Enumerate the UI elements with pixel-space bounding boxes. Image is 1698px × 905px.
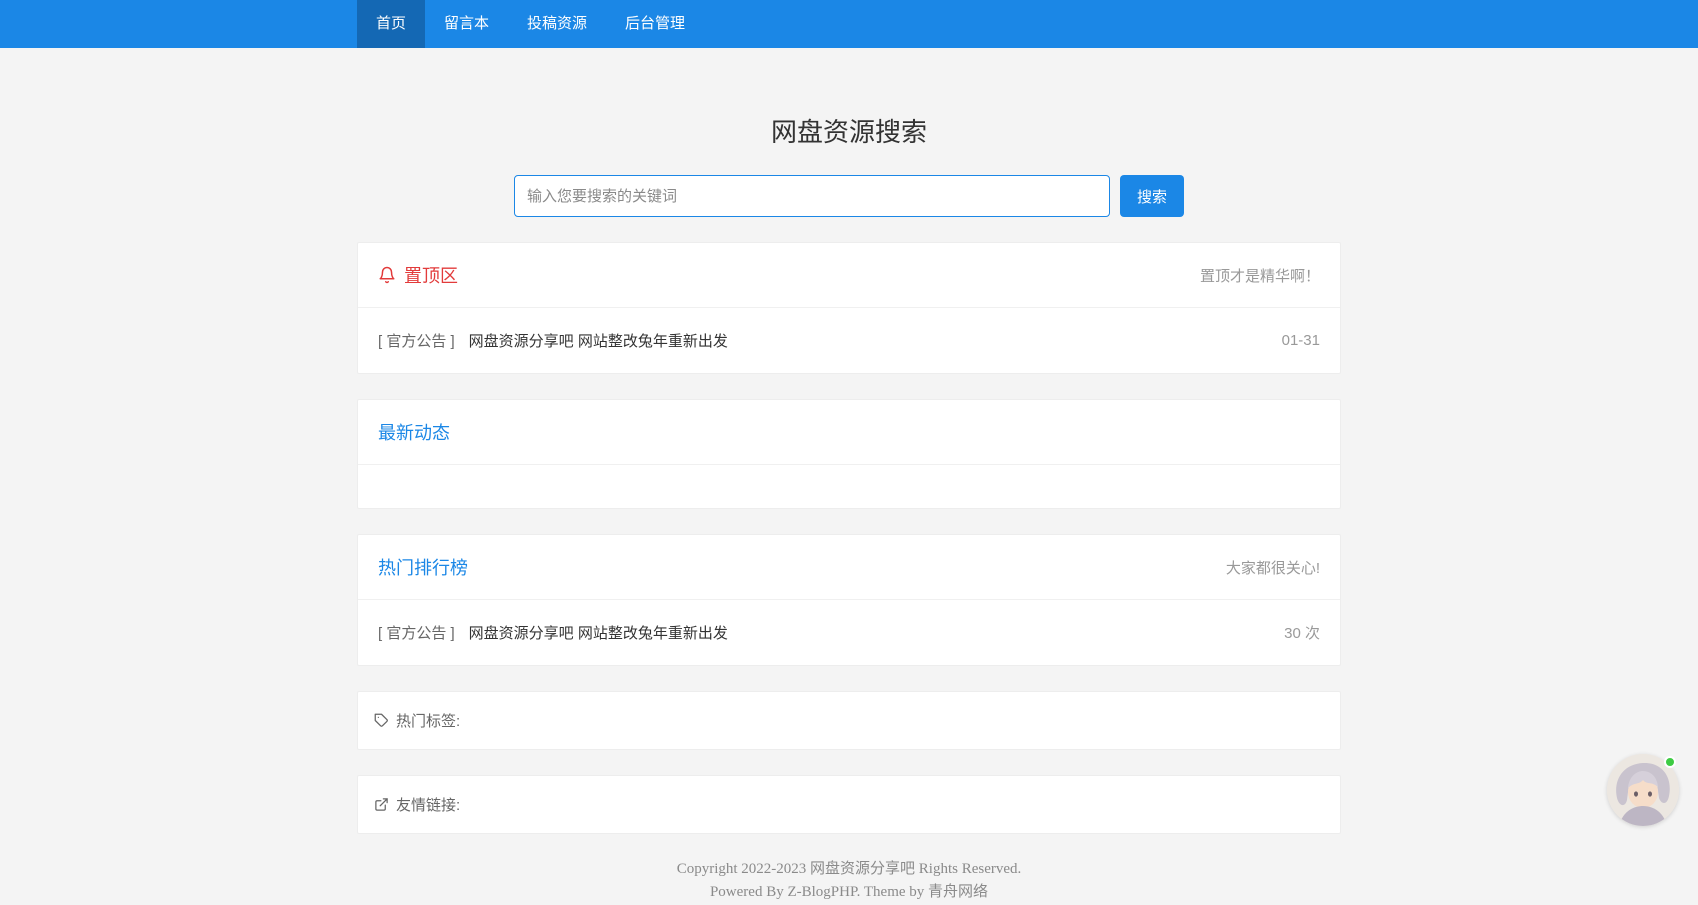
hot-ranking-header: 热门排行榜 大家都很关心! <box>358 535 1340 599</box>
online-status-dot <box>1664 756 1676 768</box>
pinned-post-row: [ 官方公告 ] 网盘资源分享吧 网站整改兔年重新出发 01-31 <box>358 307 1340 373</box>
search-bar: 搜索 <box>357 175 1341 217</box>
friend-links-label: 友情链接: <box>396 794 460 815</box>
pinned-section-title: 置顶区 <box>404 262 458 288</box>
hot-post-row: [ 官方公告 ] 网盘资源分享吧 网站整改兔年重新出发 30 次 <box>358 599 1340 665</box>
powered-by-line: Powered By Z-BlogPHP. Theme by 青舟网络 <box>357 881 1341 904</box>
copyright-line: Copyright 2022-2023 网盘资源分享吧 Rights Reser… <box>357 858 1341 881</box>
pinned-section: 置顶区 置顶才是精华啊！ [ 官方公告 ] 网盘资源分享吧 网站整改兔年重新出发… <box>357 242 1341 374</box>
hot-tags-label: 热门标签: <box>396 710 460 731</box>
floating-avatar[interactable] <box>1607 754 1679 826</box>
nav-item-guestbook[interactable]: 留言本 <box>425 0 508 48</box>
post-category-link[interactable]: [ 官方公告 ] <box>378 330 455 351</box>
search-button[interactable]: 搜索 <box>1120 175 1184 217</box>
nav-item-home[interactable]: 首页 <box>357 0 425 48</box>
bell-icon <box>378 266 396 284</box>
nav-item-submit[interactable]: 投稿资源 <box>508 0 606 48</box>
post-view-count: 30 次 <box>1284 622 1320 643</box>
pinned-section-subtitle: 置顶才是精华啊！ <box>1200 265 1320 286</box>
post-category-link[interactable]: [ 官方公告 ] <box>378 622 455 643</box>
latest-section-header: 最新动态 <box>358 400 1340 464</box>
tag-icon <box>374 713 389 728</box>
friend-links-section: 友情链接: <box>357 775 1341 834</box>
external-link-icon <box>374 797 389 812</box>
pinned-section-header: 置顶区 置顶才是精华啊！ <box>358 243 1340 307</box>
post-date: 01-31 <box>1282 332 1320 349</box>
page-title: 网盘资源搜索 <box>357 112 1341 149</box>
hot-tags-section: 热门标签: <box>357 691 1341 750</box>
nav-menu: 首页 留言本 投稿资源 后台管理 <box>357 0 1341 48</box>
hot-ranking-subtitle: 大家都很关心! <box>1226 557 1320 578</box>
hot-ranking-section: 热门排行榜 大家都很关心! [ 官方公告 ] 网盘资源分享吧 网站整改兔年重新出… <box>357 534 1341 666</box>
post-title-link[interactable]: 网盘资源分享吧 网站整改兔年重新出发 <box>469 622 728 643</box>
hot-ranking-title: 热门排行榜 <box>378 554 468 580</box>
main-content: 网盘资源搜索 搜索 置顶区 置顶才是精华啊！ [ 官方公告 ] 网盘资源分享吧 … <box>357 112 1341 904</box>
nav-item-admin[interactable]: 后台管理 <box>606 0 704 48</box>
latest-empty-row <box>358 464 1340 508</box>
latest-section-title: 最新动态 <box>378 419 450 445</box>
post-title-link[interactable]: 网盘资源分享吧 网站整改兔年重新出发 <box>469 330 728 351</box>
top-navigation: 首页 留言本 投稿资源 后台管理 <box>0 0 1698 48</box>
latest-section: 最新动态 <box>357 399 1341 509</box>
search-input[interactable] <box>514 175 1110 217</box>
page-footer: Copyright 2022-2023 网盘资源分享吧 Rights Reser… <box>357 858 1341 904</box>
